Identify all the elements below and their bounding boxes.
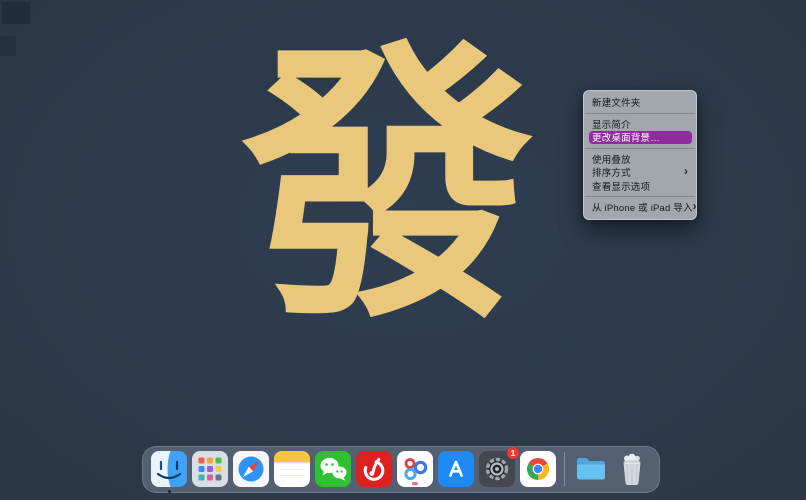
dock-app-app-store[interactable] xyxy=(438,451,474,487)
trash-full-icon xyxy=(623,453,641,486)
desktop-context-menu: 新建文件夹 显示简介 更改桌面背景… 使用叠放 排序方式 › 查看显示选项 从 … xyxy=(583,90,697,220)
dock-separator xyxy=(564,452,565,486)
menu-item-label: 使用叠放 xyxy=(592,154,631,166)
netease-music-icon xyxy=(356,451,392,487)
app-store-icon xyxy=(438,451,474,487)
dock-app-safari[interactable] xyxy=(233,451,269,487)
dock-app-finder[interactable] xyxy=(151,451,187,493)
menu-item-show-view-options[interactable]: 查看显示选项 xyxy=(584,179,696,193)
desktop-surface[interactable]: 發 新建文件夹 显示简介 更改桌面背景… 使用叠放 排序方式 › 查看显示选项 … xyxy=(0,0,806,500)
wallpaper-dark-patch xyxy=(2,2,30,24)
menu-item-import-from-iphone-ipad[interactable]: 从 iPhone 或 iPad 导入 › xyxy=(584,201,696,215)
menu-separator xyxy=(585,147,695,149)
finder-icon xyxy=(151,451,187,487)
wechat-icon xyxy=(315,451,351,487)
running-indicator-dot xyxy=(167,490,171,493)
menu-item-new-folder[interactable]: 新建文件夹 xyxy=(584,96,696,110)
wallpaper-dark-patch xyxy=(0,36,16,56)
menu-item-get-info[interactable]: 显示简介 xyxy=(584,117,696,131)
menu-item-label: 排序方式 xyxy=(592,168,631,180)
folder-icon xyxy=(577,458,605,480)
notification-badge: 1 xyxy=(507,447,519,459)
dock-app-netease-music[interactable] xyxy=(356,451,392,487)
wallpaper-character: 發 xyxy=(242,14,534,357)
submenu-chevron-icon: › xyxy=(684,165,688,179)
dock-app-wechat[interactable] xyxy=(315,451,351,487)
menu-item-label: 显示简介 xyxy=(592,119,631,131)
menu-item-change-desktop-background[interactable]: 更改桌面背景… xyxy=(588,130,692,145)
dock-app-notes[interactable] xyxy=(274,451,310,487)
dock: 1 xyxy=(142,446,660,493)
dock-folder-downloads[interactable] xyxy=(573,451,609,487)
menu-separator xyxy=(585,196,695,197)
menu-item-label: 新建文件夹 xyxy=(592,98,641,110)
baidu-netdisk-icon xyxy=(397,451,433,487)
dock-app-system-settings[interactable]: 1 xyxy=(479,447,519,487)
chrome-icon xyxy=(520,451,556,487)
menu-item-sort-by[interactable]: 排序方式 › xyxy=(584,166,696,180)
menu-item-label: 更改桌面背景… xyxy=(592,133,660,145)
menu-item-label: 从 iPhone 或 iPad 导入 xyxy=(592,203,693,215)
menu-item-use-stacks[interactable]: 使用叠放 xyxy=(584,152,696,166)
menu-separator xyxy=(585,112,695,114)
dock-app-chrome[interactable] xyxy=(520,451,556,487)
safari-icon xyxy=(233,451,269,487)
menu-item-label: 查看显示选项 xyxy=(592,181,651,193)
launchpad-icon xyxy=(192,451,228,487)
submenu-chevron-icon: › xyxy=(692,200,697,214)
notes-icon xyxy=(274,451,310,487)
dock-trash[interactable] xyxy=(614,451,650,487)
dock-app-baidu-netdisk[interactable] xyxy=(397,451,433,487)
dock-app-launchpad[interactable] xyxy=(192,451,228,487)
